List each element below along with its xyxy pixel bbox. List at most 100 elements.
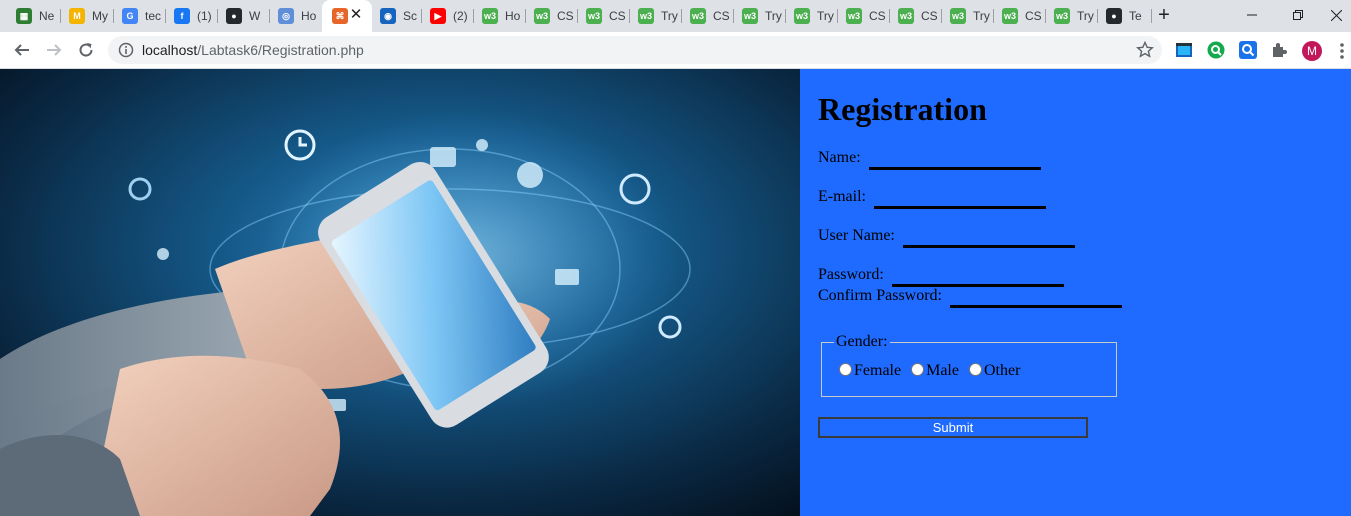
email-label: E-mail: [818, 188, 866, 205]
extension-search[interactable] [1239, 41, 1257, 59]
gender-legend: Gender: [836, 333, 888, 350]
github-icon: ● [1106, 8, 1122, 24]
w3schools-icon: w3 [742, 8, 758, 24]
smartphone-hero-image [0, 69, 800, 516]
w3schools-icon: w3 [482, 8, 498, 24]
browser-tab[interactable]: w3 CS [890, 0, 942, 32]
page-content: Registration Name: E-mail: User Name: Pa… [0, 69, 1351, 516]
browser-tab[interactable]: w3 Try [1046, 0, 1098, 32]
extension-film[interactable] [1175, 41, 1193, 59]
confirm-password-input[interactable] [950, 305, 1122, 308]
confirm-password-label: Confirm Password: [818, 287, 942, 304]
info-icon[interactable] [118, 42, 134, 58]
reload-button[interactable] [72, 36, 100, 64]
url-path: /Labtask6/Registration.php [197, 42, 364, 58]
url-host: localhost [142, 42, 198, 58]
browser-tab[interactable]: w3 Try [786, 0, 838, 32]
confirm-password-row: Confirm Password: [818, 287, 1122, 308]
tab-title: Try [973, 9, 990, 23]
film-icon [1176, 43, 1192, 57]
gender-label-female: Female [854, 362, 902, 379]
w3schools-icon: w3 [534, 8, 550, 24]
browser-tab[interactable]: w3 CS [526, 0, 578, 32]
browser-tab[interactable]: w3 Ho [474, 0, 526, 32]
tab-separator [1151, 9, 1152, 23]
w3schools-icon: w3 [898, 8, 914, 24]
address-bar[interactable]: localhost/Labtask6/Registration.php [108, 36, 1162, 64]
tab-title: Try [765, 9, 782, 23]
gender-radio-female[interactable] [839, 363, 852, 376]
page-title: Registration [818, 91, 987, 127]
browser-tab[interactable]: w3 CS [578, 0, 630, 32]
tab-title: Try [817, 9, 834, 23]
tab-title: Try [1077, 9, 1094, 23]
browser-tab[interactable]: M My [61, 0, 114, 32]
registration-form: Registration Name: E-mail: User Name: Pa… [800, 69, 1351, 516]
minimize-button[interactable] [1229, 0, 1275, 30]
username-input[interactable] [902, 245, 1075, 248]
forward-button[interactable] [40, 36, 68, 64]
browser-tab[interactable]: ⌘ ✕ [322, 0, 372, 32]
gender-radio-male[interactable] [911, 363, 925, 376]
tab-title: CS [921, 9, 938, 23]
w3schools-icon: w3 [1002, 8, 1018, 24]
sc-icon: ◉ [380, 8, 396, 24]
profile-avatar[interactable]: M [1302, 41, 1322, 61]
tab-strip: ▦ Ne M My Gtec f (1) ● W ◎ Ho ⌘ ✕ ◉ Sc ▶ (2) w3 Ho w3 CS w3 CS… [0, 0, 1351, 32]
close-window-button[interactable] [1321, 0, 1351, 30]
submit-button[interactable]: Submit [818, 417, 1088, 438]
tab-close-icon[interactable]: ✕ [348, 7, 364, 23]
name-label: Name: [818, 149, 861, 166]
browser-tab[interactable]: w3 Try [734, 0, 786, 32]
w3schools-icon: w3 [586, 8, 602, 24]
back-button[interactable] [8, 36, 36, 64]
kebab-menu-icon [1340, 43, 1344, 59]
browser-tab[interactable]: ▦ Ne [8, 0, 61, 32]
arrow-right-icon [47, 44, 62, 56]
tab-title: Te [1129, 9, 1142, 23]
w3schools-icon: w3 [1054, 8, 1070, 24]
gender-radio-other[interactable] [968, 363, 982, 376]
browser-menu-button[interactable] [1334, 41, 1350, 61]
tab-title: tec [145, 9, 162, 23]
extensions-button[interactable] [1270, 41, 1288, 59]
browser-tab[interactable]: w3 Try [630, 0, 682, 32]
url-text[interactable]: localhost/Labtask6/Registration.php [142, 42, 364, 58]
tab-title: Ne [39, 9, 55, 23]
browser-toolbar: localhost/Labtask6/Registration.php M [0, 32, 1351, 69]
name-input[interactable] [868, 167, 1041, 170]
google-icon: G [122, 8, 138, 24]
magnifier-icon [1239, 41, 1257, 59]
reload-icon [79, 43, 93, 57]
w3schools-icon: w3 [794, 8, 810, 24]
extension-grammar[interactable] [1207, 41, 1225, 59]
tab-title: CS [557, 9, 574, 23]
browser-tab[interactable]: f (1) [166, 0, 218, 32]
browser-tab[interactable]: w3 Try [942, 0, 994, 32]
password-row: Password: [818, 266, 1064, 287]
tab-title: Sc [403, 9, 418, 23]
film-icon: ▦ [16, 8, 32, 24]
tab-title: (1) [197, 9, 212, 23]
mw-icon: M [69, 8, 85, 24]
bookmark-star-icon[interactable] [1136, 41, 1154, 59]
browser-tab[interactable]: w3 CS [682, 0, 734, 32]
facebook-icon: f [174, 8, 190, 24]
browser-tab[interactable]: w3 CS [994, 0, 1046, 32]
restore-icon [1293, 10, 1303, 20]
browser-tab[interactable]: ▶ (2) [422, 0, 474, 32]
email-input[interactable] [873, 206, 1046, 209]
name-row: Name: [818, 149, 1041, 170]
tab-title: Ho [505, 9, 521, 23]
new-tab-button[interactable]: + [1153, 4, 1175, 26]
w3schools-icon: w3 [950, 8, 966, 24]
browser-tab[interactable]: ◉ Sc [372, 0, 422, 32]
tab-title: (2) [453, 9, 468, 23]
browser-tab[interactable]: w3 CS [838, 0, 890, 32]
restore-button[interactable] [1275, 0, 1321, 30]
browser-tab[interactable]: Gtec [114, 0, 166, 32]
gender-label-male: Male [926, 362, 959, 379]
browser-tab[interactable]: ◎ Ho [270, 0, 322, 32]
browser-tab[interactable]: ● Te [1098, 0, 1152, 32]
browser-tab[interactable]: ● W [218, 0, 270, 32]
